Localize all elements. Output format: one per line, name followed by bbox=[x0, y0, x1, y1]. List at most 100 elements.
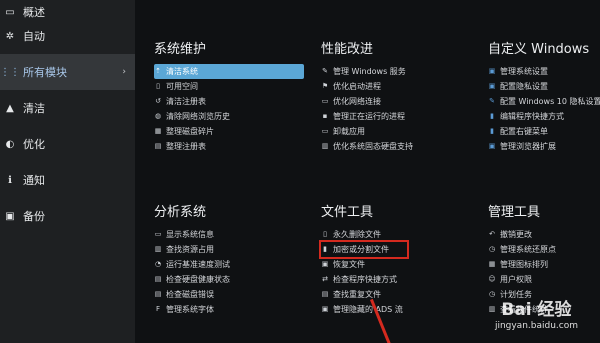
module-item-chart[interactable]: ▥ 查找资源占用 bbox=[154, 242, 230, 257]
module-item-label: 恢复文件 bbox=[333, 260, 365, 269]
module-item-context-menu[interactable]: ▮ 配置右键菜单 bbox=[488, 124, 600, 139]
module-group-maintenance: 系统维护 ⇡ 清洁系统 ▯ 可用空间 ↺ 清洁注册表 ◍ 清除网络浏览历史 ▦ 整理磁盘碎片 ▤ 整理注… bbox=[154, 41, 304, 154]
sidebar-item-6[interactable]: ▣ 备份 bbox=[0, 198, 135, 234]
module-item-ads[interactable]: ▣ 管理隐藏的 ADS 流 bbox=[321, 302, 407, 317]
module-item-label: 加密或分割文件 bbox=[333, 245, 389, 254]
broom-icon: ⇡ bbox=[155, 67, 161, 75]
module-item-flag[interactable]: ⚑ 优化启动进程 bbox=[321, 79, 413, 94]
module-item-user[interactable]: ☺ 用户权限 bbox=[488, 272, 556, 287]
module-item-label: 查找资源占用 bbox=[166, 245, 214, 254]
sidebar-item-2[interactable]: ⋮⋮ 所有模块 › bbox=[0, 54, 135, 90]
sidebar: ▭ 概述 ✲ 自动 ⋮⋮ 所有模块 › ▲ 清洁 ◐ 优化 ℹ 通知 ▣ 备份 bbox=[0, 0, 135, 343]
sidebar-item-1[interactable]: ✲ 自动 bbox=[0, 18, 135, 54]
disk-check-icon: ▤ bbox=[154, 290, 162, 298]
sidebar-item-label: 通知 bbox=[23, 174, 45, 187]
sidebar-item-label: 清洁 bbox=[23, 102, 45, 115]
module-item-shred[interactable]: ▯ 永久删除文件 bbox=[321, 227, 407, 242]
module-item-defrag[interactable]: ▦ 整理磁盘碎片 bbox=[154, 124, 304, 139]
flag-icon: ⚑ bbox=[321, 82, 329, 90]
module-item-uninstall[interactable]: ▭ 卸载应用 bbox=[321, 124, 413, 139]
module-item-registry[interactable]: ↺ 清洁注册表 bbox=[154, 94, 304, 109]
module-item-label: 整理注册表 bbox=[166, 142, 206, 151]
disk-icon: ▯ bbox=[156, 82, 160, 90]
module-item-disk-health[interactable]: ▤ 检查硬盘健康状态 bbox=[154, 272, 230, 287]
module-item-globe[interactable]: ◍ 清除网络浏览历史 bbox=[154, 109, 304, 124]
chevron-right-icon: › bbox=[122, 67, 126, 77]
module-item-label: 管理系统设置 bbox=[500, 67, 548, 76]
font-icon: F bbox=[155, 305, 161, 313]
module-group-title: 自定义 Windows bbox=[488, 42, 590, 57]
disk-health-icon: ▤ bbox=[154, 275, 162, 283]
sidebar-item-label: 自动 bbox=[23, 30, 45, 43]
module-item-privacy[interactable]: ▣ 配置隐私设置 bbox=[488, 79, 600, 94]
module-item-privacy-win10[interactable]: ✎ 配置 Windows 10 隐私设置 bbox=[488, 94, 600, 109]
module-item-undo[interactable]: ↶ 撤销更改 bbox=[488, 227, 556, 242]
module-item-restore-point[interactable]: ◷ 管理系统还原点 bbox=[488, 242, 556, 257]
module-group-analysis: 分析系统 ▭ 显示系统信息 ▥ 查找资源占用 ◔ 运行基准速度测试 ▤ 检查硬盘健康状态 ▤ 检查磁… bbox=[154, 204, 230, 317]
module-item-label: 管理浏览器扩展 bbox=[500, 142, 556, 151]
module-item-shortcut[interactable]: ▮ 编辑程序快捷方式 bbox=[488, 109, 600, 124]
sidebar-item-4[interactable]: ◐ 优化 bbox=[0, 126, 135, 162]
info-icon: ℹ bbox=[8, 174, 12, 186]
watermark: Bai 经验 jingyan.baidu.com bbox=[495, 295, 578, 331]
module-item-encrypt[interactable]: ▮ 加密或分割文件 bbox=[319, 240, 409, 259]
module-group-title: 系统维护 bbox=[154, 42, 207, 57]
module-item-settings[interactable]: ▣ 管理系统设置 bbox=[488, 64, 600, 79]
module-group-title: 性能改进 bbox=[321, 42, 374, 57]
module-item-ssd[interactable]: ▥ 优化系统固态硬盘支持 bbox=[321, 139, 413, 154]
module-item-wrench[interactable]: ✎ 管理 Windows 服务 bbox=[321, 64, 413, 79]
privacy-win10-icon: ✎ bbox=[489, 97, 495, 105]
module-item-duplicate[interactable]: ▤ 查找重复文件 bbox=[321, 287, 407, 302]
module-item-disk[interactable]: ▯ 可用空间 bbox=[154, 79, 304, 94]
module-item-label: 清洁注册表 bbox=[166, 97, 206, 106]
module-item-label: 永久删除文件 bbox=[333, 230, 381, 239]
module-item-font[interactable]: F 管理系统字体 bbox=[154, 302, 230, 317]
ssd-icon: ▥ bbox=[321, 142, 329, 150]
shortcut-icon: ▮ bbox=[490, 112, 494, 120]
duplicate-icon: ▤ bbox=[321, 290, 329, 298]
sidebar-item-3[interactable]: ▲ 清洁 bbox=[0, 90, 135, 126]
gauge-icon: ◔ bbox=[154, 260, 162, 268]
chart-icon: ▥ bbox=[154, 245, 162, 253]
module-item-process[interactable]: ▪ 管理正在运行的进程 bbox=[321, 109, 413, 124]
shred-icon: ▯ bbox=[323, 230, 327, 238]
module-item-disk-check[interactable]: ▤ 检查磁盘错误 bbox=[154, 287, 230, 302]
module-item-restore[interactable]: ▣ 恢复文件 bbox=[321, 257, 407, 272]
module-item-label: 检查硬盘健康状态 bbox=[166, 275, 230, 284]
registry-icon: ↺ bbox=[155, 97, 161, 105]
module-item-icon-layout[interactable]: ▦ 管理图标排列 bbox=[488, 257, 556, 272]
globe-icon: ◍ bbox=[154, 112, 162, 120]
context-menu-icon: ▮ bbox=[490, 127, 494, 135]
module-item-label: 可用空间 bbox=[166, 82, 198, 91]
module-item-label: 运行基准速度测试 bbox=[166, 260, 230, 269]
restore-point-icon: ◷ bbox=[488, 245, 496, 253]
module-item-label: 清洁系统 bbox=[166, 67, 198, 76]
module-item-gauge[interactable]: ◔ 运行基准速度测试 bbox=[154, 257, 230, 272]
shortcut-check-icon: ⇄ bbox=[322, 275, 328, 283]
module-group-custom-windows: 自定义 Windows ▣ 管理系统设置 ▣ 配置隐私设置 ✎ 配置 Windows 10 … bbox=[488, 41, 600, 154]
module-item-extension[interactable]: ▣ 管理浏览器扩展 bbox=[488, 139, 600, 154]
module-item-label: 优化启动进程 bbox=[333, 82, 381, 91]
network-icon: ▭ bbox=[321, 97, 329, 105]
module-item-label: 用户权限 bbox=[500, 275, 532, 284]
module-group-title: 管理工具 bbox=[488, 205, 541, 220]
sidebar-item-label: 所有模块 bbox=[23, 66, 67, 79]
extension-icon: ▣ bbox=[488, 142, 496, 150]
user-icon: ☺ bbox=[488, 275, 496, 283]
module-item-broom[interactable]: ⇡ 清洁系统 bbox=[154, 64, 304, 79]
module-item-label: 配置隐私设置 bbox=[500, 82, 548, 91]
sidebar-item-5[interactable]: ℹ 通知 bbox=[0, 162, 135, 198]
gears-icon: ✲ bbox=[5, 30, 15, 42]
module-item-label: 管理正在运行的进程 bbox=[333, 112, 405, 121]
module-item-shortcut-check[interactable]: ⇄ 检查程序快捷方式 bbox=[321, 272, 407, 287]
module-item-label: 清除网络浏览历史 bbox=[166, 112, 230, 121]
module-item-label: 管理系统字体 bbox=[166, 305, 214, 314]
module-item-monitor[interactable]: ▭ 显示系统信息 bbox=[154, 227, 230, 242]
module-item-network[interactable]: ▭ 优化网络连接 bbox=[321, 94, 413, 109]
module-item-label: 优化系统固态硬盘支持 bbox=[333, 142, 413, 151]
module-item-registry-defrag[interactable]: ▤ 整理注册表 bbox=[154, 139, 304, 154]
module-item-label: 显示系统信息 bbox=[166, 230, 214, 239]
settings-icon: ▣ bbox=[488, 67, 496, 75]
wrench-icon: ✎ bbox=[322, 67, 328, 75]
uninstall-icon: ▭ bbox=[321, 127, 329, 135]
